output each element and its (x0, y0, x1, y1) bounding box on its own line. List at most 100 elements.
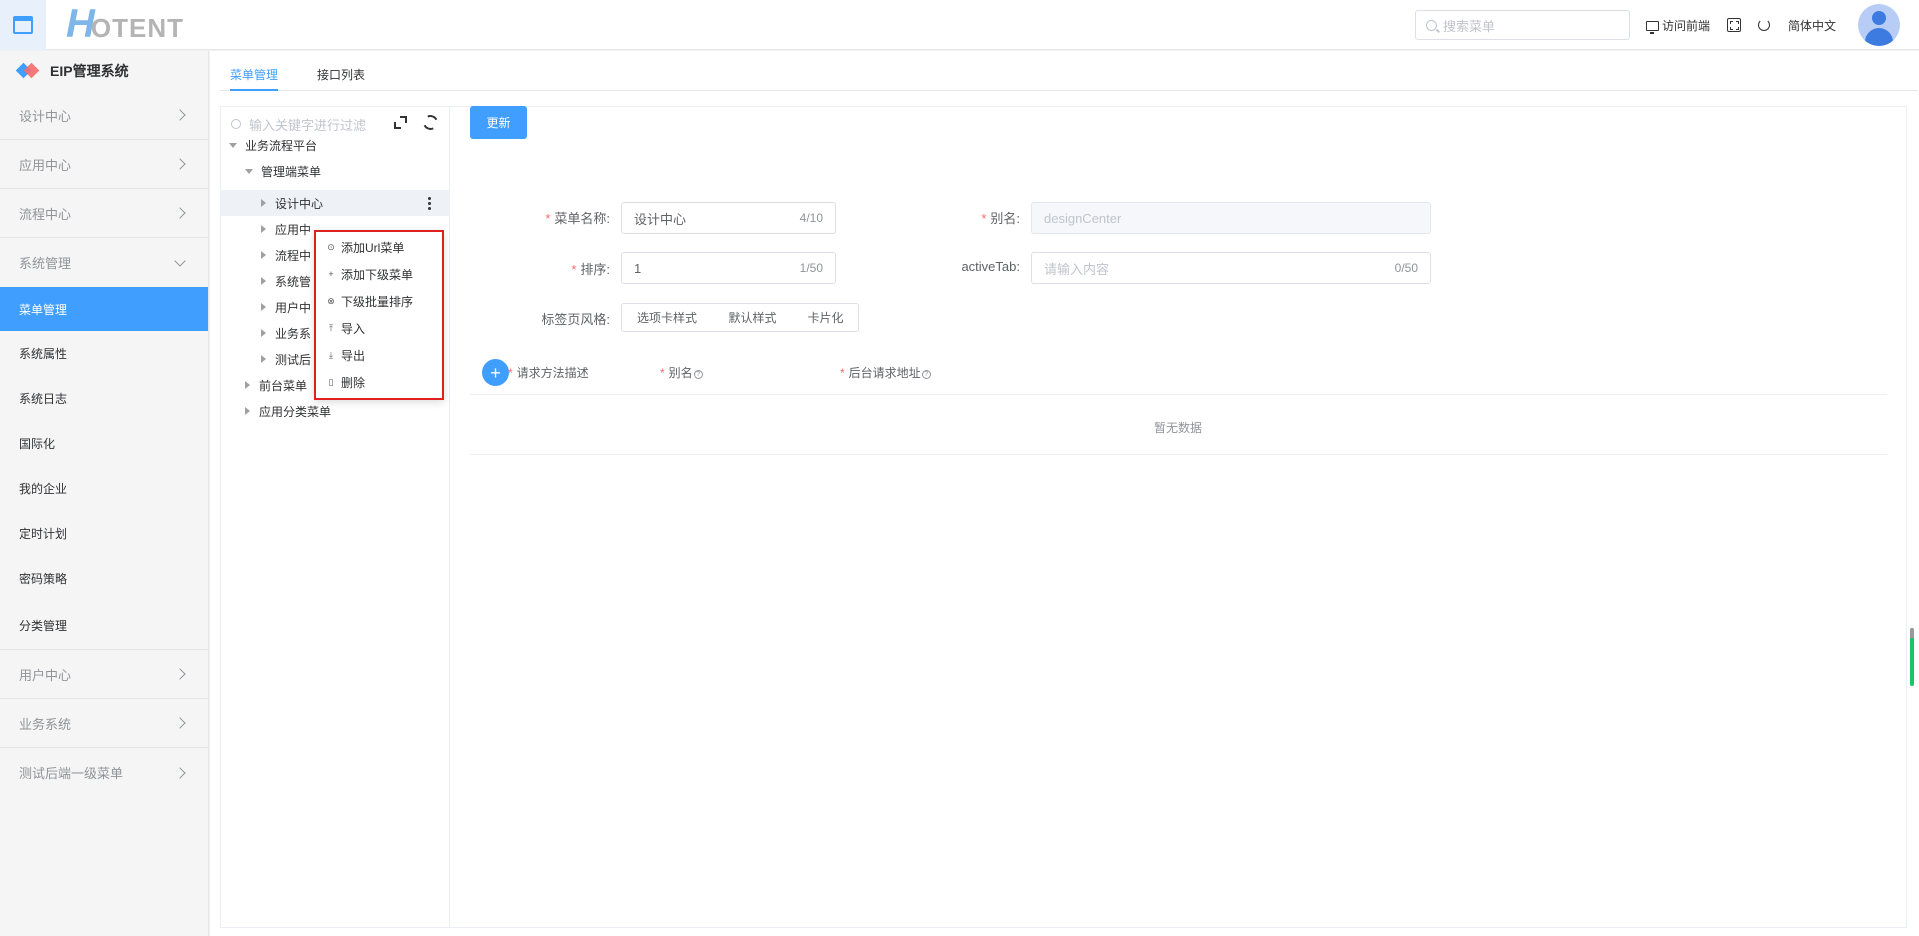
tree-node[interactable]: 流程中 (259, 242, 311, 268)
alias-value: designCenter (1044, 210, 1122, 226)
tree-node-label: 应用中 (275, 222, 312, 237)
help-icon[interactable]: ? (921, 370, 931, 379)
sidebar-item-password-policy[interactable]: 密码策略 (0, 556, 208, 601)
active-tab-label: activeTab: (920, 259, 1020, 274)
tab-menu-management[interactable]: 菜单管理 (230, 66, 278, 83)
sidebar-group-label: 系统管理 (19, 256, 72, 271)
sidebar-item-system-properties[interactable]: 系统属性 (0, 331, 208, 376)
tree-node-label: 管理端菜单 (261, 164, 322, 179)
tree-node[interactable]: 设计中心 (259, 190, 323, 216)
sidebar-group-test-backend-menu[interactable]: 测试后端一级菜单 (0, 748, 208, 797)
menu-item-export[interactable]: ⤓ 导出 (326, 344, 365, 366)
sidebar-group-system-management[interactable]: 系统管理 (0, 238, 208, 287)
system-title-text: EIP管理系统 (50, 63, 129, 79)
sidebar-group-app-center[interactable]: 应用中心 (0, 140, 208, 189)
chevron-right-icon (174, 158, 186, 170)
tab-style-label-text: 标签页风格: (541, 312, 610, 327)
tree-context-menu: ⊙ 添加Url菜单 + 添加下级菜单 ⊗ 下级批量排序 ⤒ 导入 ⤓ 导出 ▯ … (314, 230, 444, 400)
menu-name-input[interactable]: 设计中心 4/10 (621, 202, 836, 234)
menu-search-input[interactable]: 搜索菜单 (1415, 10, 1630, 40)
alias-input: designCenter (1031, 202, 1431, 234)
caret-right-icon[interactable] (261, 303, 266, 311)
sidebar-item-label: 国际化 (19, 437, 56, 451)
required-mark: * (840, 366, 845, 380)
menu-item-add-url[interactable]: ⊙ 添加Url菜单 (326, 236, 404, 258)
menu-search-placeholder: 搜索菜单 (1443, 18, 1496, 34)
sort-label: * 排序: (520, 259, 610, 278)
download-icon: ⤓ (329, 349, 333, 360)
sidebar-group-user-center[interactable]: 用户中心 (0, 650, 208, 699)
language-switch[interactable]: 简体中文 (1788, 17, 1836, 34)
tree-node[interactable]: 前台菜单 (243, 372, 307, 398)
menu-item-delete[interactable]: ▯ 删除 (326, 371, 366, 393)
tree-node[interactable]: 应用中 (259, 216, 311, 242)
chevron-right-icon (174, 766, 186, 779)
search-icon (1426, 19, 1437, 31)
sort-value: 1 (634, 260, 642, 276)
tree-node[interactable]: 业务流程平台 (229, 132, 317, 158)
menu-toggle-button[interactable] (0, 0, 46, 50)
monitor-icon (1646, 20, 1659, 34)
caret-right-icon[interactable] (261, 225, 266, 233)
sidebar-group-label: 流程中心 (19, 206, 72, 222)
menu-item-import[interactable]: ⤒ 导入 (326, 317, 365, 339)
tree-node[interactable]: 管理端菜单 (245, 158, 321, 184)
trash-icon: ▯ (328, 376, 334, 387)
tree-node[interactable]: 业务系 (259, 320, 311, 346)
user-avatar[interactable] (1858, 4, 1900, 46)
menu-item-batch-sort[interactable]: ⊗ 下级批量排序 (326, 290, 413, 312)
sidebar-item-label: 系统日志 (19, 392, 68, 406)
visit-front-link[interactable]: 访问前端 (1646, 17, 1710, 34)
language-label: 简体中文 (1788, 19, 1837, 33)
sidebar-group-business-system[interactable]: 业务系统 (0, 699, 208, 748)
circle-plus-icon: ⊙ (327, 241, 335, 252)
tree-node[interactable]: 系统管 (259, 268, 311, 294)
active-tab-input[interactable]: 请输入内容 0/50 (1031, 252, 1431, 284)
fullscreen-icon (1727, 18, 1741, 32)
caret-right-icon[interactable] (261, 199, 266, 207)
sort-input[interactable]: 1 1/50 (621, 252, 836, 284)
chevron-right-icon (174, 207, 186, 219)
fullscreen-button[interactable] (1727, 18, 1741, 32)
tab-style-option-card[interactable]: 卡片化 (793, 303, 859, 332)
caret-right-icon[interactable] (261, 355, 266, 363)
avatar-body-icon (1865, 28, 1893, 46)
caret-right-icon[interactable] (261, 251, 266, 259)
sidebar-item-menu-management[interactable]: 菜单管理 (0, 287, 208, 331)
caret-right-icon[interactable] (261, 329, 266, 337)
add-row-button[interactable]: + (482, 359, 509, 386)
sidebar-item-system-log[interactable]: 系统日志 (0, 376, 208, 421)
menu-item-label: 导出 (341, 348, 366, 363)
caret-right-icon[interactable] (261, 277, 266, 285)
menu-item-label: 删除 (341, 375, 366, 390)
caret-right-icon[interactable] (245, 381, 250, 389)
tree-node-label: 应用分类菜单 (259, 404, 332, 419)
tab-style-option-default[interactable]: 默认样式 (712, 303, 794, 332)
more-vertical-icon[interactable] (428, 197, 431, 210)
required-mark: * (545, 211, 551, 226)
tree-node-label: 设计中心 (275, 196, 324, 211)
tree-node[interactable]: 用户中 (259, 294, 311, 320)
chevron-right-icon (174, 668, 186, 680)
sidebar-item-category-management[interactable]: 分类管理 (0, 601, 208, 650)
reload-tree-icon[interactable] (420, 112, 441, 133)
caret-down-icon[interactable] (229, 142, 237, 148)
caret-down-icon[interactable] (245, 168, 253, 174)
sidebar-group-process-center[interactable]: 流程中心 (0, 189, 208, 238)
required-mark: * (508, 366, 513, 380)
caret-right-icon[interactable] (245, 407, 250, 415)
sidebar-group-design-center[interactable]: 设计中心 (0, 91, 208, 140)
refresh-button[interactable] (1758, 19, 1770, 31)
expand-all-icon[interactable] (394, 116, 407, 129)
tree-node[interactable]: 测试后 (259, 346, 311, 372)
sidebar-item-i18n[interactable]: 国际化 (0, 421, 208, 466)
tree-node[interactable]: 应用分类菜单 (243, 398, 331, 424)
tab-api-list[interactable]: 接口列表 (317, 66, 365, 83)
sidebar: EIP管理系统 设计中心 应用中心 流程中心 系统管理 菜单管理 系统属性 系统… (0, 51, 209, 936)
menu-item-add-submenu[interactable]: + 添加下级菜单 (326, 263, 413, 285)
sidebar-item-my-enterprise[interactable]: 我的企业 (0, 466, 208, 511)
help-icon[interactable]: ? (693, 370, 703, 379)
sidebar-item-scheduled-tasks[interactable]: 定时计划 (0, 511, 208, 556)
update-button[interactable]: 更新 (470, 106, 527, 139)
tab-style-option-tabs[interactable]: 选项卡样式 (621, 303, 713, 332)
